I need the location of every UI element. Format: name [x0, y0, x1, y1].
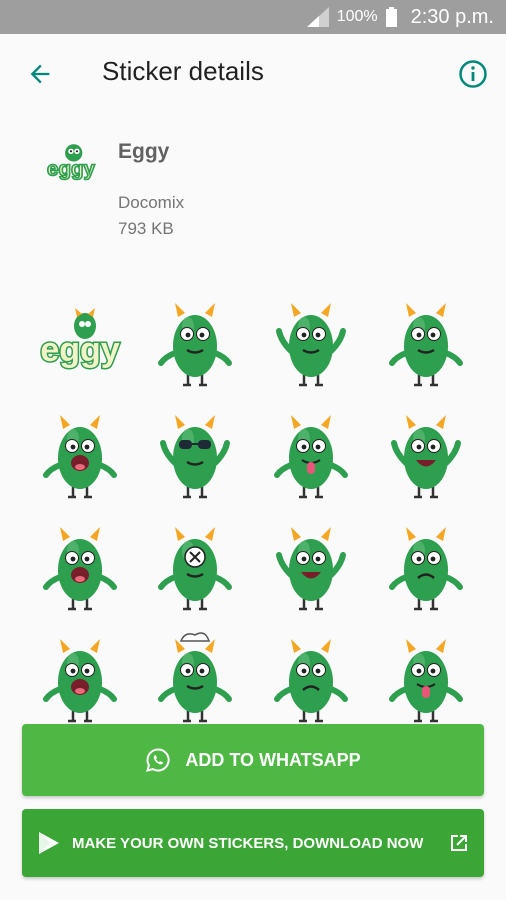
sticker-item[interactable]	[369, 509, 485, 621]
sticker-item[interactable]	[369, 397, 485, 509]
sticker-item[interactable]	[253, 509, 369, 621]
sticker-monster-image	[389, 303, 464, 387]
sticker-item[interactable]	[22, 509, 138, 621]
sticker-monster-image	[273, 639, 348, 723]
sticker-monster-image	[391, 415, 462, 499]
battery-percent: 100%	[336, 8, 378, 25]
status-bar: 100% 2:30 p.m.	[0, 0, 506, 34]
add-to-whatsapp-button[interactable]: ADD TO WHATSAPP	[22, 724, 484, 796]
sticker-item[interactable]	[22, 621, 138, 733]
sticker-monster-image	[42, 639, 117, 723]
svg-text:eggy: eggy	[40, 331, 119, 369]
sticker-item[interactable]: eggy	[22, 285, 138, 397]
sticker-logo-image: eggy	[39, 308, 121, 371]
sticker-grid: eggy	[22, 285, 484, 733]
pack-header: eggy Eggy Docomix 793 KB	[0, 130, 506, 250]
sticker-monster-image	[158, 632, 233, 723]
sticker-monster-image	[389, 527, 464, 611]
info-icon[interactable]	[458, 59, 488, 89]
sticker-monster-image	[158, 527, 233, 611]
page-title: Sticker details	[102, 56, 264, 86]
sticker-monster-image	[389, 639, 464, 723]
make-own-stickers-label: MAKE YOUR OWN STICKERS, DOWNLOAD NOW	[72, 834, 424, 852]
whatsapp-icon	[146, 748, 170, 772]
sticker-monster-image	[160, 415, 231, 499]
sticker-monster-image	[273, 415, 348, 499]
signal-icon	[306, 7, 329, 27]
sticker-item[interactable]	[253, 285, 369, 397]
sticker-item[interactable]	[138, 397, 254, 509]
svg-text:eggy: eggy	[47, 158, 95, 181]
pack-name: Eggy	[118, 140, 170, 163]
status-indicators: 100% 2:30 p.m.	[306, 0, 494, 34]
sticker-item[interactable]	[253, 621, 369, 733]
sticker-item[interactable]	[22, 397, 138, 509]
sticker-item[interactable]	[138, 621, 254, 733]
clock: 2:30 p.m.	[410, 5, 494, 28]
battery-icon	[385, 7, 397, 27]
sticker-monster-image	[42, 415, 117, 499]
sticker-monster-image	[42, 527, 117, 611]
open-external-icon	[451, 835, 467, 851]
sticker-monster-image	[275, 527, 346, 611]
pack-publisher: Docomix	[118, 193, 185, 212]
arrow-back-icon[interactable]	[26, 60, 54, 88]
sticker-item[interactable]	[369, 285, 485, 397]
sticker-monster-image	[158, 303, 233, 387]
pack-tray-icon: eggy	[46, 144, 96, 181]
play-store-icon	[39, 832, 59, 854]
sticker-item[interactable]	[369, 621, 485, 733]
app-bar: Sticker details	[0, 34, 506, 114]
pack-size: 793 KB	[118, 219, 174, 238]
sticker-item[interactable]	[253, 397, 369, 509]
sticker-item[interactable]	[138, 285, 254, 397]
make-own-stickers-button[interactable]: MAKE YOUR OWN STICKERS, DOWNLOAD NOW	[22, 809, 484, 877]
sticker-monster-image	[275, 303, 346, 387]
add-to-whatsapp-label: ADD TO WHATSAPP	[185, 749, 361, 770]
sticker-item[interactable]	[138, 509, 254, 621]
